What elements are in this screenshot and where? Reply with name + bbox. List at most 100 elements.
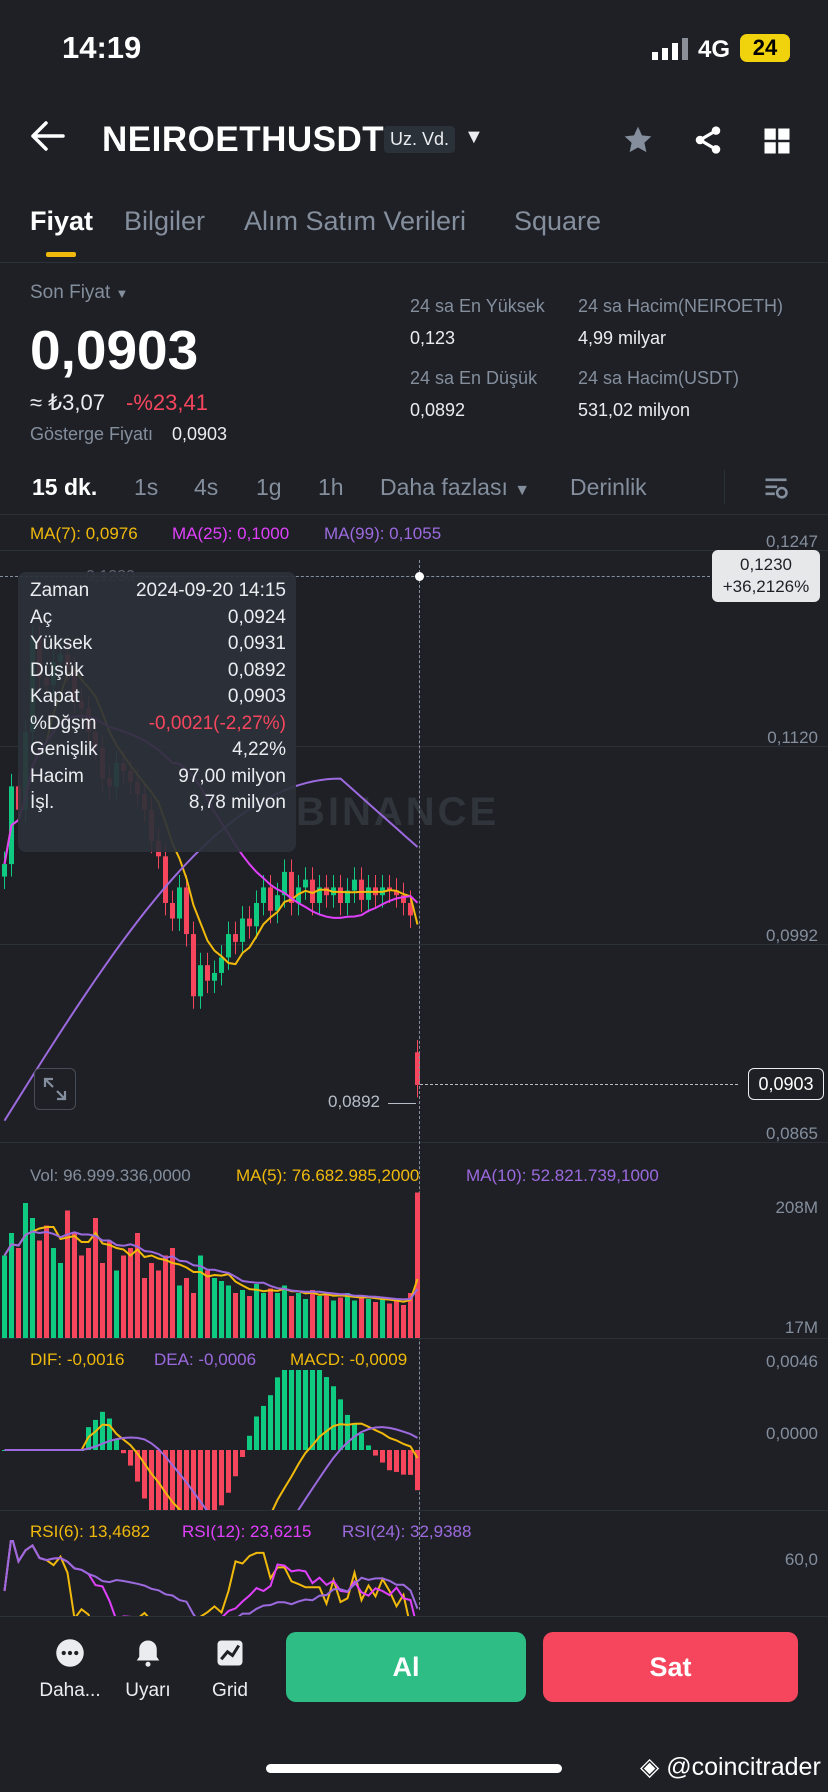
- home-indicator[interactable]: [266, 1764, 562, 1773]
- volume-bar: [310, 1290, 315, 1338]
- candle: [338, 887, 343, 903]
- gridline: [0, 1510, 828, 1511]
- volume-bar: [149, 1263, 154, 1338]
- volume-bar: [366, 1299, 371, 1338]
- volume-bar: [128, 1248, 133, 1338]
- vol-base-label: 24 sa Hacim(NEIROETH): [578, 296, 784, 316]
- tab-square[interactable]: Square: [514, 206, 601, 237]
- volume-bar: [163, 1255, 168, 1338]
- volume-bar: [219, 1281, 224, 1338]
- timeframe-1h[interactable]: 1s: [134, 474, 158, 501]
- tooltip-key: Yüksek: [30, 633, 93, 654]
- macd-histogram-bar: [149, 1450, 154, 1510]
- tooltip-row: Aç 0,0924: [30, 607, 286, 633]
- tab-trading-data[interactable]: Alım Satım Verileri: [244, 206, 466, 237]
- volume-bar: [191, 1293, 196, 1338]
- volume-bar: [352, 1300, 357, 1338]
- watermark-logo-icon: ◈: [640, 1753, 660, 1781]
- macd-histogram-bar: [121, 1450, 126, 1454]
- last-price-tag[interactable]: 0,0903: [748, 1068, 824, 1100]
- rsi-chart[interactable]: [0, 1540, 720, 1616]
- volume-bar: [177, 1285, 182, 1338]
- candle: [268, 887, 273, 911]
- volume-bar: [100, 1263, 105, 1338]
- tooltip-row: Kapat 0,0903: [30, 686, 286, 712]
- sell-button[interactable]: Sat: [543, 1632, 798, 1702]
- timeframe-more[interactable]: Daha fazlası ▼: [380, 474, 530, 501]
- candle: [240, 918, 245, 942]
- tab-price[interactable]: Fiyat: [30, 206, 93, 237]
- macd-chart[interactable]: [0, 1370, 720, 1510]
- volume-bar: [401, 1305, 406, 1338]
- timeframe-15m[interactable]: 15 dk.: [32, 474, 97, 501]
- crosshair-price-tag[interactable]: 0,1230 +36,2126%: [712, 550, 820, 602]
- grid-layout-icon[interactable]: [762, 126, 792, 156]
- rsi12-label: RSI(12): 23,6215: [182, 1522, 312, 1541]
- volume-bar: [324, 1293, 329, 1338]
- more-button[interactable]: Daha...: [30, 1638, 110, 1702]
- chevron-down-icon[interactable]: ▼: [464, 126, 484, 149]
- candle: [177, 887, 182, 919]
- tab-depth[interactable]: Derinlik: [570, 474, 647, 501]
- candle: [191, 934, 196, 997]
- contract-type-badge[interactable]: Uz. Vd.: [384, 126, 456, 153]
- y-tick: 0,0046: [766, 1352, 818, 1371]
- timeframe-1w[interactable]: 1h: [318, 474, 344, 501]
- ma99-label: MA(99): 0,1055: [324, 524, 442, 543]
- volume-bar: [142, 1278, 147, 1338]
- timeframe-4h[interactable]: 4s: [194, 474, 218, 501]
- tooltip-value: 4,22%: [232, 739, 286, 760]
- tooltip-value: 0,0892: [227, 659, 286, 681]
- macd-histogram-bar: [233, 1450, 238, 1477]
- candle: [352, 879, 357, 891]
- tooltip-value: -0,0021(-2,27%): [148, 712, 286, 734]
- back-arrow-icon[interactable]: [30, 120, 66, 152]
- candle: [247, 918, 252, 927]
- chart-settings-icon[interactable]: [762, 474, 790, 502]
- y-tick: 0,0000: [766, 1424, 818, 1443]
- candle: [163, 856, 168, 903]
- volume-chart[interactable]: [0, 1180, 720, 1338]
- macd-histogram-bar: [226, 1450, 231, 1493]
- tooltip-key: %Dğşm: [30, 712, 97, 734]
- volume-bar: [37, 1240, 42, 1338]
- share-icon[interactable]: [692, 124, 724, 156]
- tooltip-value: 0,0903: [227, 686, 286, 707]
- tooltip-row: Hacim 97,00 milyon: [30, 766, 286, 792]
- tab-info[interactable]: Bilgiler: [124, 206, 205, 237]
- buy-button[interactable]: Al: [286, 1632, 526, 1702]
- grid-bot-button[interactable]: Grid: [190, 1638, 270, 1702]
- tooltip-value: 2024-09-20 14:15: [135, 580, 286, 601]
- tooltip-row: Genişlik 4,22%: [30, 739, 286, 765]
- macd-dea-label: DEA: -0,0006: [154, 1350, 257, 1369]
- alert-button[interactable]: Uyarı: [108, 1638, 188, 1702]
- low-label: 24 sa En Düşük: [410, 368, 538, 388]
- volume-bar: [317, 1296, 322, 1338]
- pair-title[interactable]: NEIROETHUSDT: [102, 120, 384, 160]
- tooltip-value: 0,0924: [227, 606, 286, 628]
- timeframe-1d[interactable]: 1g: [256, 474, 282, 501]
- signal-icon: [652, 38, 688, 60]
- macd-histogram-bar: [191, 1450, 196, 1510]
- candle: [303, 879, 308, 888]
- tooltip-key: Genişlik: [30, 739, 98, 760]
- volume-bar: [79, 1255, 84, 1338]
- ma25-label: MA(25): 0,1000: [172, 524, 290, 543]
- last-price-label[interactable]: Son Fiyat ▼: [30, 282, 128, 304]
- crosshair-dot: [415, 572, 424, 581]
- macd-histogram-bar: [387, 1450, 392, 1471]
- high-value: 0,123: [410, 328, 456, 348]
- network-type: 4G: [698, 36, 731, 63]
- last-price-line: [420, 1084, 738, 1085]
- expand-icon: [43, 1077, 67, 1101]
- candle: [233, 934, 238, 942]
- fullscreen-button[interactable]: [34, 1068, 76, 1110]
- volume-bar: [282, 1285, 287, 1338]
- volume-bar: [338, 1297, 343, 1338]
- star-icon[interactable]: [622, 124, 654, 156]
- volume-bar: [345, 1293, 350, 1338]
- macd-histogram-bar: [289, 1370, 294, 1450]
- macd-histogram-bar: [373, 1450, 378, 1456]
- macd-histogram-bar: [107, 1418, 112, 1450]
- volume-bar: [254, 1284, 259, 1338]
